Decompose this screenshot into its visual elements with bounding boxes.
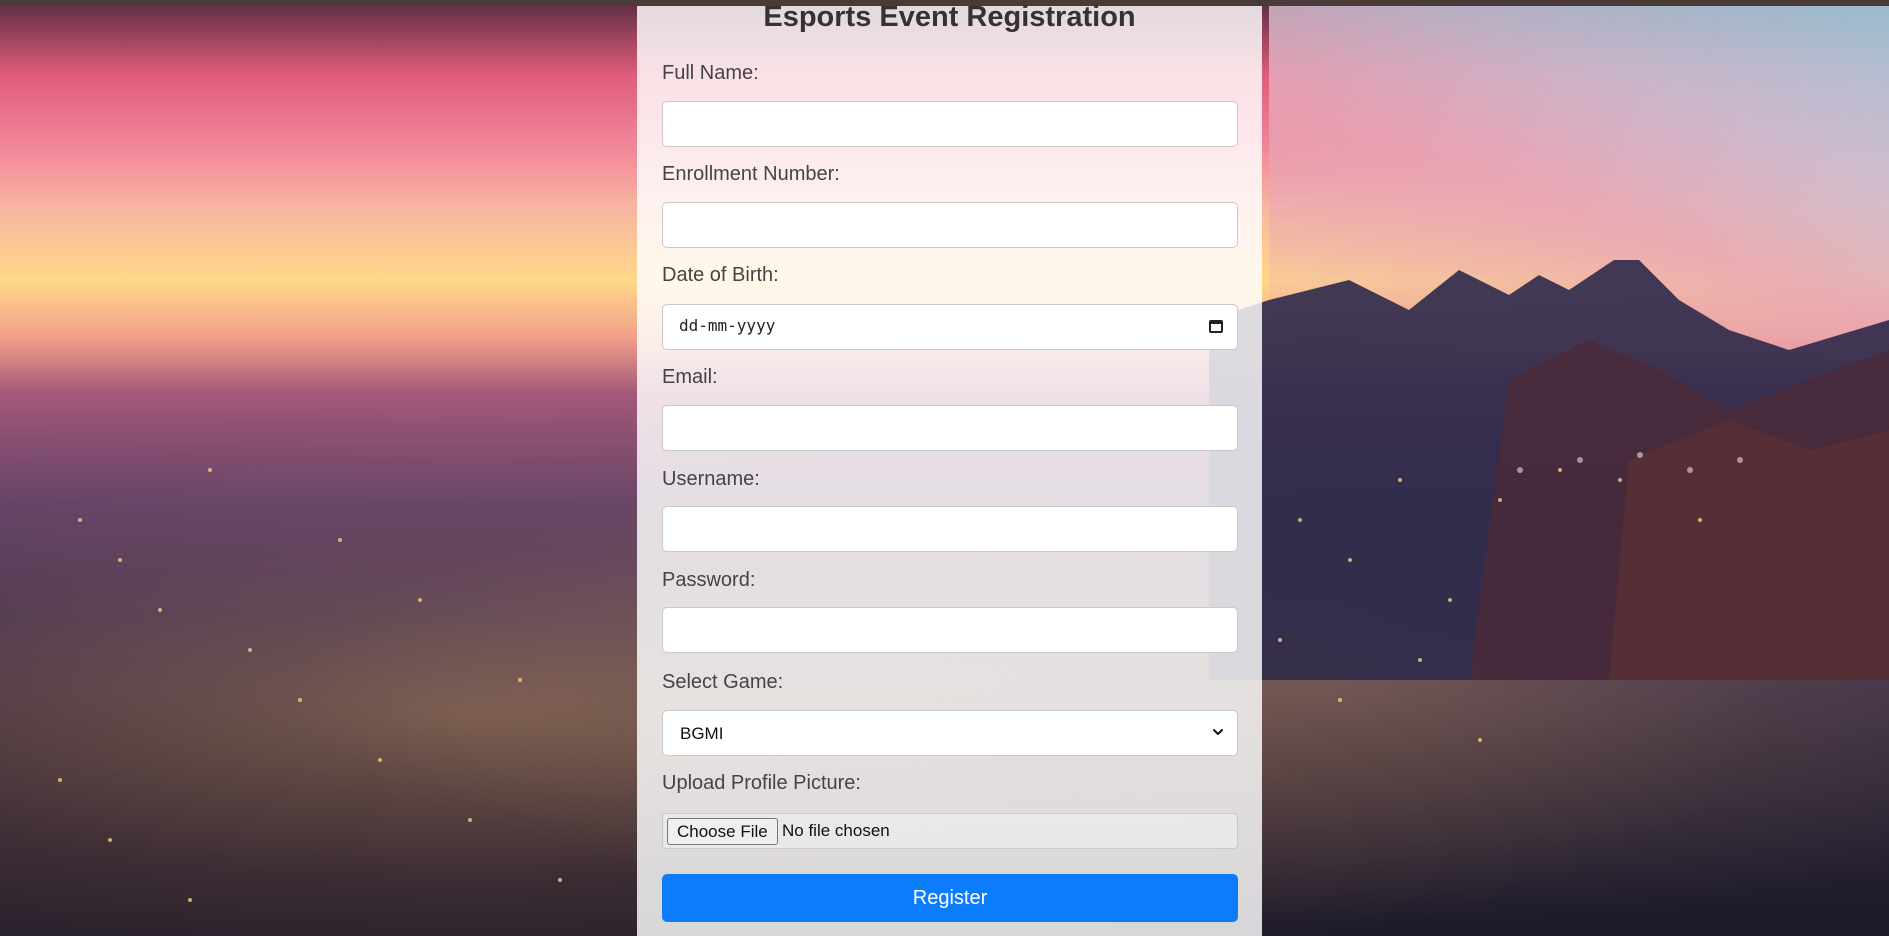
picture-label: Upload Profile Picture: — [662, 772, 861, 794]
file-status: No file chosen — [782, 821, 890, 840]
enrollment-label: Enrollment Number: — [662, 163, 840, 185]
file-upload: Choose File No file chosen — [662, 813, 1238, 849]
game-select[interactable]: BGMI — [662, 710, 1238, 756]
form-title: Esports Event Registration — [763, 1, 1136, 33]
enrollment-group: Enrollment Number: — [662, 162, 1238, 248]
username-label: Username: — [662, 468, 760, 490]
username-input[interactable] — [662, 506, 1238, 552]
register-button[interactable]: Register — [662, 874, 1238, 922]
dob-placeholder: dd-mm-yyyy — [679, 316, 776, 335]
password-label: Password: — [662, 569, 756, 591]
full-name-input[interactable] — [662, 101, 1238, 147]
username-group: Username: — [662, 467, 1238, 552]
password-group: Password: — [662, 568, 1238, 653]
game-group: Select Game: BGMI — [662, 670, 1238, 756]
registration-form: Esports Event Registration Full Name: En… — [637, 1, 1262, 936]
game-selected-value: BGMI — [680, 724, 724, 743]
dob-label: Date of Birth: — [662, 264, 779, 286]
calendar-icon[interactable] — [1209, 320, 1223, 333]
email-input[interactable] — [662, 405, 1238, 451]
full-name-group: Full Name: — [662, 61, 1238, 147]
email-group: Email: — [662, 365, 1238, 451]
full-name-label: Full Name: — [662, 62, 759, 84]
picture-group: Upload Profile Picture: Choose File No f… — [662, 771, 1238, 849]
enrollment-input[interactable] — [662, 202, 1238, 248]
dob-input[interactable]: dd-mm-yyyy — [662, 304, 1238, 350]
chevron-down-icon — [1213, 729, 1223, 735]
email-label: Email: — [662, 366, 718, 388]
choose-file-button[interactable]: Choose File — [667, 818, 778, 845]
password-input[interactable] — [662, 607, 1238, 653]
dob-group: Date of Birth: dd-mm-yyyy — [662, 263, 1238, 350]
game-label: Select Game: — [662, 671, 784, 693]
